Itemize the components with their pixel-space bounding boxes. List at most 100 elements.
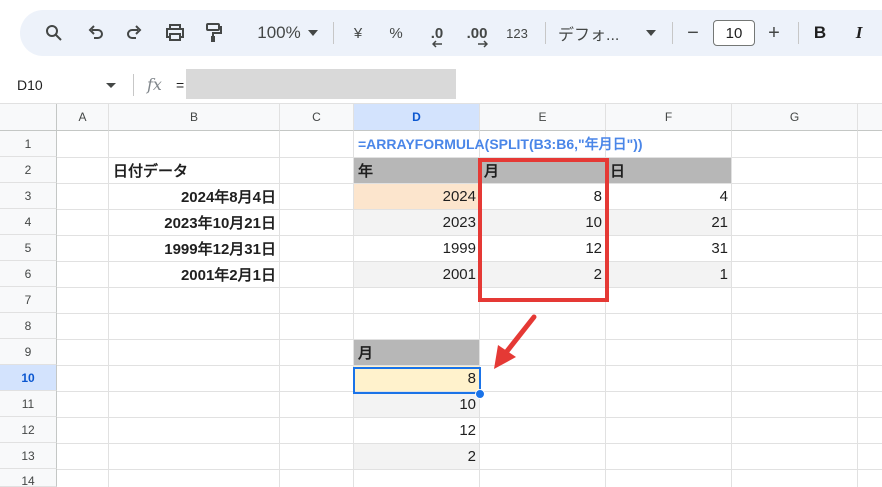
bold-icon: B — [813, 23, 827, 42]
currency-format-button[interactable]: ¥ — [346, 10, 370, 56]
column-header-f[interactable]: F — [606, 104, 732, 131]
cell-f6[interactable]: 1 — [606, 261, 732, 287]
plus-icon: + — [768, 21, 780, 44]
column-header-g[interactable]: G — [732, 104, 858, 131]
cell-e4[interactable]: 10 — [480, 209, 606, 235]
spreadsheet-grid[interactable]: A B C D E F G 1 2 3 4 5 6 7 8 9 10 11 12… — [0, 104, 882, 487]
column-header-d[interactable]: D — [354, 104, 480, 131]
gridline — [57, 313, 882, 314]
cell-d11[interactable]: 10 — [354, 391, 480, 417]
number-format-button[interactable]: 123 — [502, 10, 532, 56]
column-header-a[interactable]: A — [57, 104, 109, 131]
cell-b6[interactable]: 2001年2月1日 — [109, 261, 280, 287]
fx-icon: fx — [147, 75, 162, 94]
column-header-h[interactable] — [858, 104, 882, 131]
zoom-dropdown[interactable] — [306, 10, 320, 56]
font-family-select[interactable]: デフォ... — [558, 10, 632, 56]
undo-button[interactable] — [82, 10, 110, 56]
fill-handle[interactable] — [475, 389, 485, 399]
row-header-13[interactable]: 13 — [0, 443, 57, 469]
column-header-c[interactable]: C — [280, 104, 354, 131]
row-header-5[interactable]: 5 — [0, 235, 57, 261]
gridline — [731, 131, 732, 487]
zoom-select[interactable]: 100% — [242, 10, 316, 56]
minus-icon: − — [687, 21, 699, 44]
row-header-6[interactable]: 6 — [0, 261, 57, 287]
cell-b3[interactable]: 2024年8月4日 — [109, 183, 280, 209]
arrow-right-icon — [478, 40, 488, 48]
search-menus-button[interactable] — [40, 10, 68, 56]
arrow-left-icon — [432, 40, 442, 48]
formula-input[interactable]: = — [176, 77, 184, 93]
font-family-value: デフォ... — [558, 27, 620, 44]
increase-decimal-label: .00 — [466, 24, 488, 42]
increase-decimal-button[interactable]: .00 — [460, 10, 494, 56]
cell-d4[interactable]: 2023 — [354, 209, 480, 235]
cell-e5[interactable]: 12 — [480, 235, 606, 261]
toolbar-divider — [545, 22, 546, 44]
currency-label: ¥ — [353, 24, 363, 42]
column-header-e[interactable]: E — [480, 104, 606, 131]
percent-label: % — [389, 24, 403, 42]
row-header-9[interactable]: 9 — [0, 339, 57, 365]
toolbar-divider — [333, 22, 334, 44]
percent-format-button[interactable]: % — [384, 10, 408, 56]
zoom-value: 100% — [257, 23, 301, 42]
cell-f3[interactable]: 4 — [606, 183, 732, 209]
cell-d9[interactable]: 月 — [354, 339, 480, 365]
select-all-corner[interactable] — [0, 104, 57, 131]
name-box[interactable]: D10 — [17, 77, 43, 93]
column-header-b[interactable]: B — [109, 104, 280, 131]
cell-d2[interactable]: 年 — [354, 157, 480, 183]
paint-format-button[interactable] — [200, 10, 228, 56]
toolbar-divider — [672, 22, 673, 44]
row-header-2[interactable]: 2 — [0, 157, 57, 183]
cell-d2-text: 年 — [358, 162, 374, 180]
row-header-11[interactable]: 11 — [0, 391, 57, 417]
cell-b2[interactable]: 日付データ — [109, 157, 280, 183]
paint-format-icon — [206, 23, 222, 42]
increase-font-size-button[interactable]: + — [763, 10, 785, 56]
redo-button[interactable] — [120, 10, 148, 56]
cell-f4[interactable]: 21 — [606, 209, 732, 235]
decrease-font-size-button[interactable]: − — [682, 10, 704, 56]
font-family-dropdown[interactable] — [644, 10, 658, 56]
row-header-7[interactable]: 7 — [0, 287, 57, 313]
cell-e3[interactable]: 8 — [480, 183, 606, 209]
gridline — [57, 417, 882, 418]
italic-button[interactable]: I — [848, 10, 870, 56]
cell-d12[interactable]: 12 — [354, 417, 480, 443]
cell-e2[interactable]: 月 — [480, 157, 606, 183]
cell-b4[interactable]: 2023年10月21日 — [109, 209, 280, 235]
cell-d10[interactable]: 8 — [354, 365, 480, 391]
row-header-12[interactable]: 12 — [0, 417, 57, 443]
cell-d13[interactable]: 2 — [354, 443, 480, 469]
row-header-8[interactable]: 8 — [0, 313, 57, 339]
decrease-decimal-button[interactable]: .0 — [422, 10, 452, 56]
chevron-down-icon[interactable] — [106, 83, 116, 88]
gridline — [353, 131, 354, 487]
redacted-formula-content — [186, 69, 456, 99]
cell-f2[interactable]: 日 — [606, 157, 732, 183]
gridline — [57, 469, 882, 470]
row-header-1[interactable]: 1 — [0, 131, 57, 157]
cell-d6[interactable]: 2001 — [354, 261, 480, 287]
cell-f5[interactable]: 31 — [606, 235, 732, 261]
row-header-10[interactable]: 10 — [0, 365, 57, 391]
row-header-14[interactable]: 14 — [0, 469, 57, 487]
row-header-4[interactable]: 4 — [0, 209, 57, 235]
font-size-input[interactable]: 10 — [713, 20, 755, 46]
bold-button[interactable]: B — [809, 10, 831, 56]
cell-e6[interactable]: 2 — [480, 261, 606, 287]
cell-b5[interactable]: 1999年12月31日 — [109, 235, 280, 261]
cell-d5[interactable]: 1999 — [354, 235, 480, 261]
cell-d3[interactable]: 2024 — [354, 183, 480, 209]
italic-icon: I — [855, 23, 863, 42]
print-icon — [166, 24, 184, 41]
font-size-value: 10 — [725, 24, 743, 42]
cell-f2-text: 日 — [610, 162, 626, 180]
cell-d1[interactable]: =ARRAYFORMULA(SPLIT(B3:B6,"年月日")) — [354, 131, 754, 157]
toolbar-divider — [798, 22, 799, 44]
row-header-3[interactable]: 3 — [0, 183, 57, 209]
print-button[interactable] — [161, 10, 189, 56]
